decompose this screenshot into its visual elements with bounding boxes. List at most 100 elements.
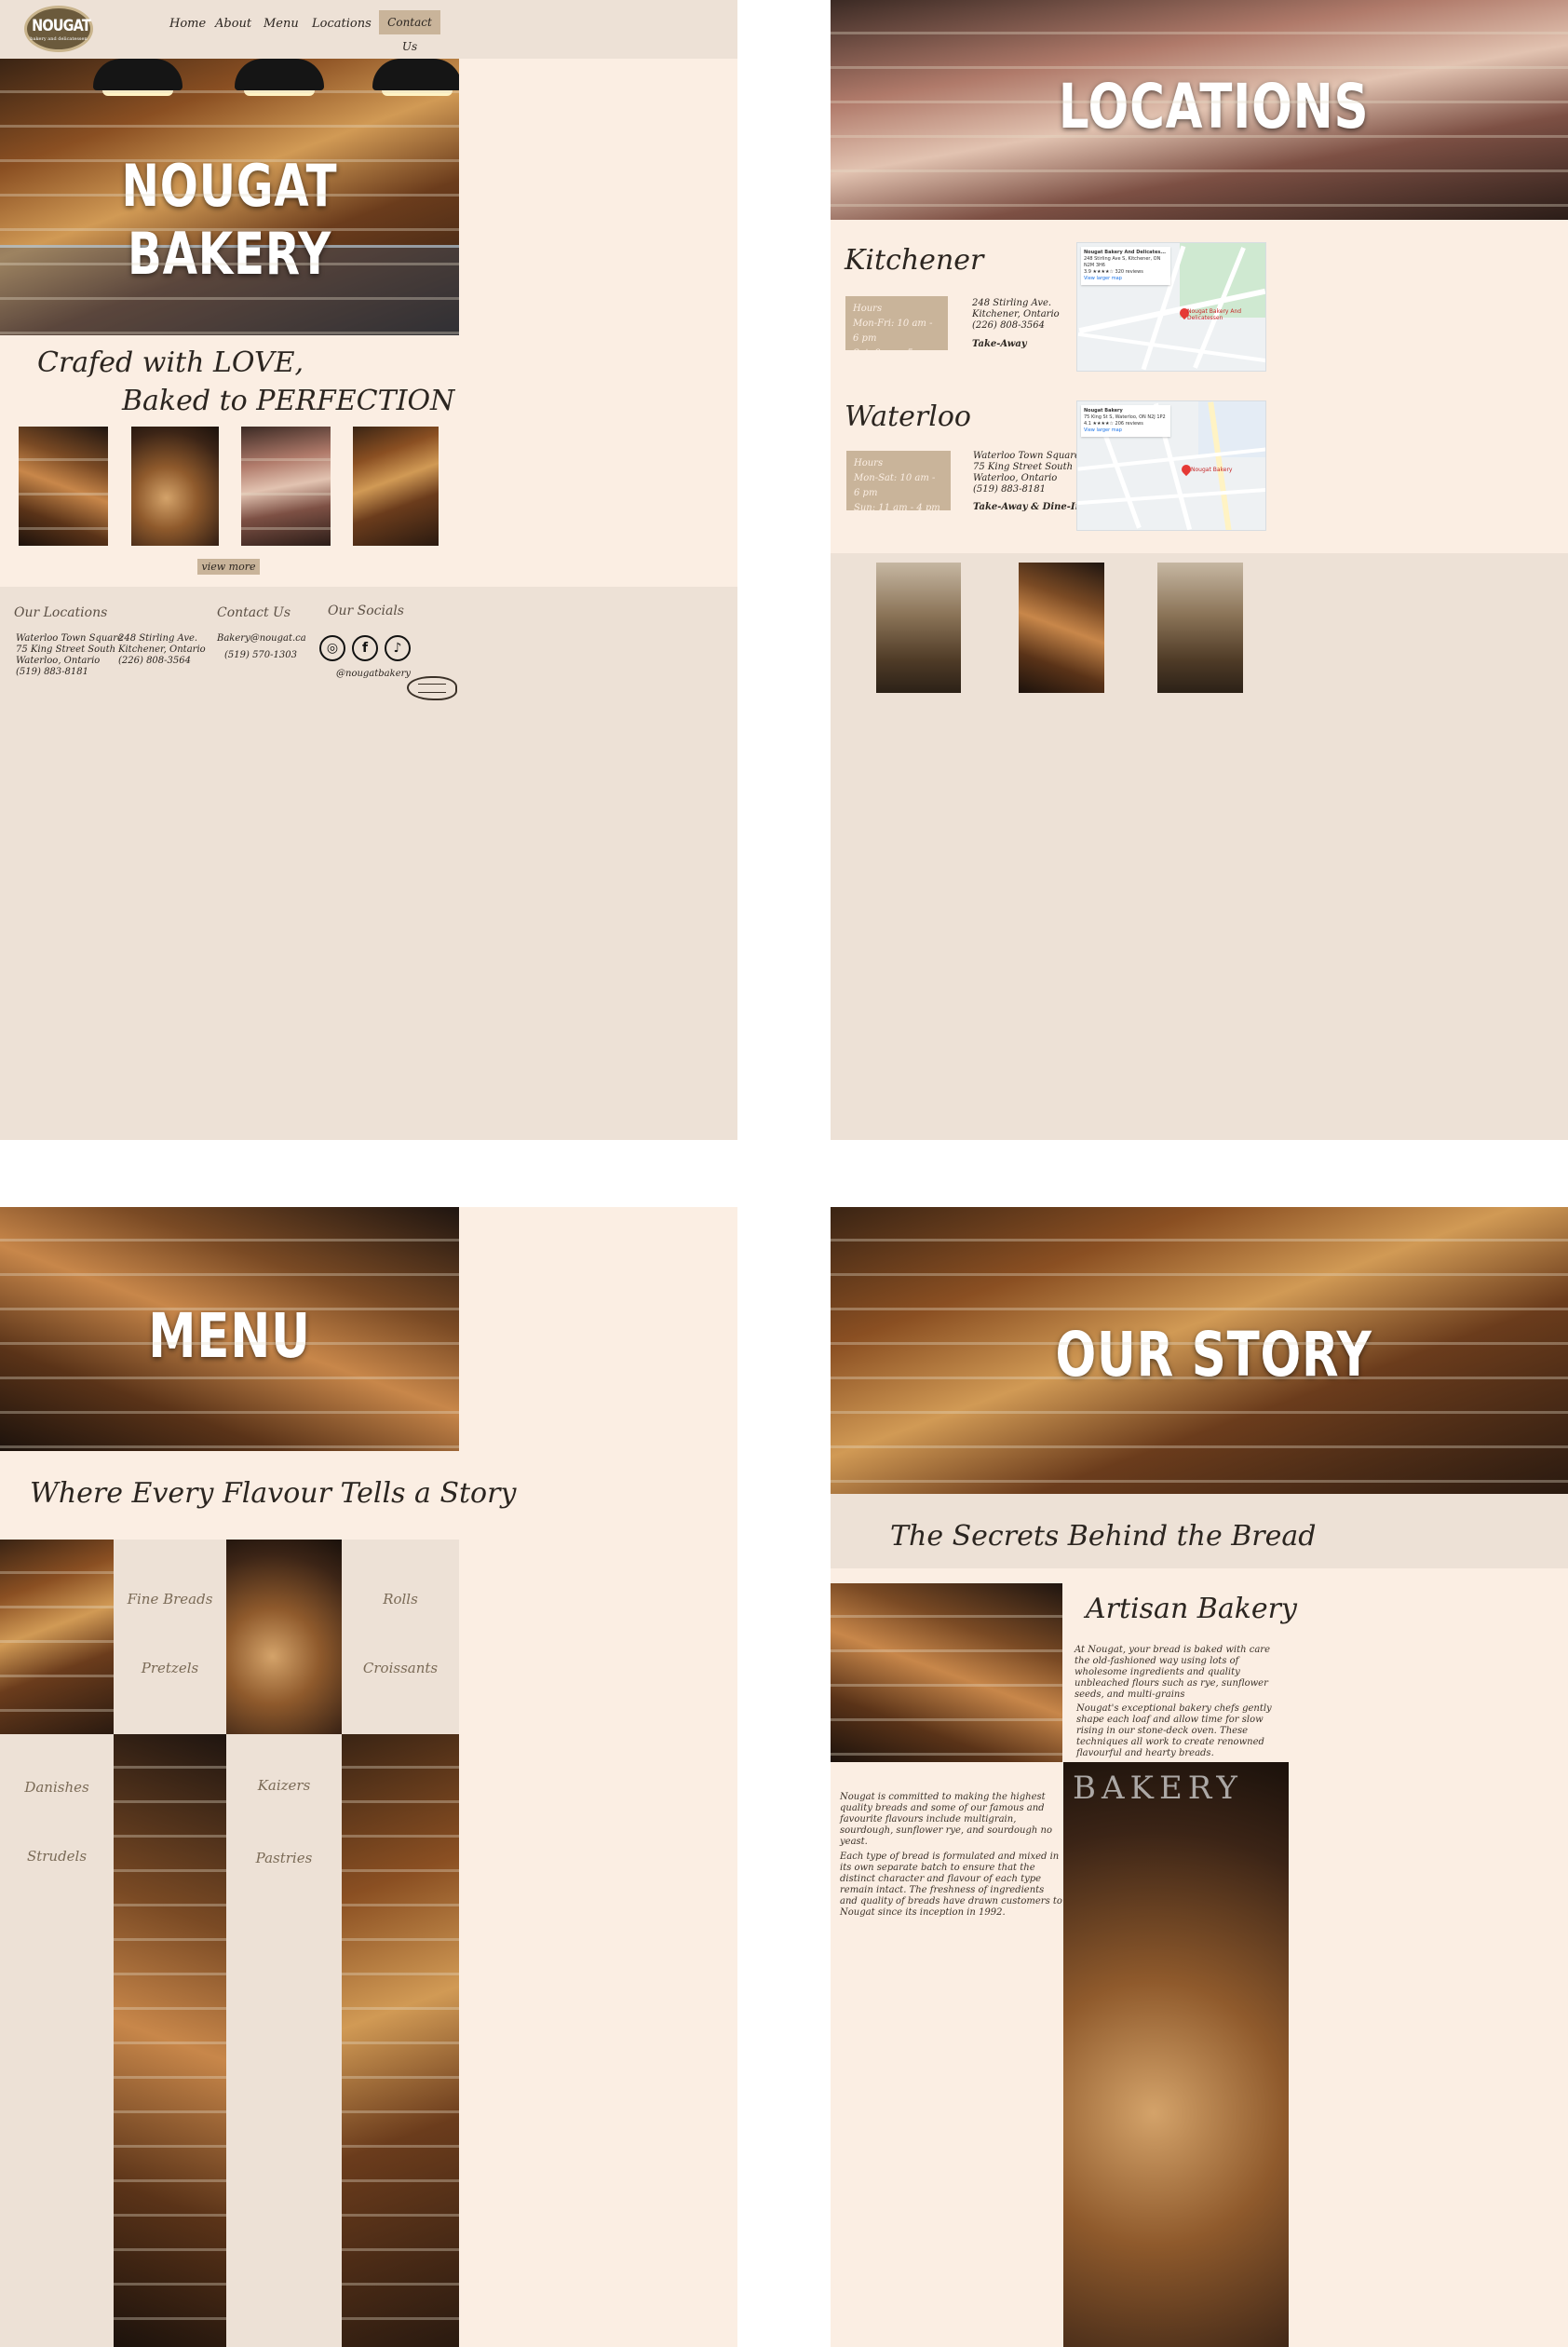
map-card-title: Nougat Bakery And Delicates... bbox=[1084, 250, 1167, 255]
story-paragraph-3: Nougat is committed to making the highes… bbox=[840, 1792, 1052, 1847]
gallery-photo-pastry-shelves[interactable] bbox=[19, 427, 108, 546]
interior-photo-dining[interactable] bbox=[876, 563, 961, 693]
interior-photo-counter[interactable] bbox=[1019, 563, 1104, 693]
tagline-line-2: Baked to PERFECTION bbox=[122, 385, 455, 417]
kitchener-heading: Kitchener bbox=[845, 244, 984, 277]
hours-line: Mon-Fri: 10 am - 6 pm bbox=[853, 319, 933, 344]
story-paragraph-1: At Nougat, your bread is baked with care… bbox=[1075, 1645, 1270, 1700]
waterloo-map[interactable]: Nougat Bakery 75 King St S, Waterloo, ON… bbox=[1076, 400, 1266, 531]
menu-page: MENU Where Every Flavour Tells a Story F… bbox=[0, 1207, 737, 2347]
hours-label: Hours bbox=[853, 304, 883, 314]
tiktok-icon[interactable]: ♪ bbox=[385, 635, 411, 661]
story-paragraph-2: Nougat's exceptional bakery chefs gently… bbox=[1076, 1703, 1272, 1758]
our-story-page: OUR STORY The Secrets Behind the Bread A… bbox=[831, 1207, 1568, 2347]
menu-category-rolls[interactable]: Rolls bbox=[342, 1591, 459, 1608]
kitchener-map[interactable]: Nougat Bakery And Delicates... 248 Stirl… bbox=[1076, 242, 1266, 372]
nav-locations[interactable]: Locations bbox=[312, 17, 372, 31]
map-card-address: 248 Stirling Ave S, Kitchener, ON N2M 3H… bbox=[1084, 256, 1161, 268]
hours-label: Hours bbox=[854, 458, 884, 468]
waterloo-hours-box: Hours Mon-Sat: 10 am - 6 pm Sun: 11 am -… bbox=[846, 451, 951, 513]
footer-email[interactable]: Bakery@nougat.ca bbox=[217, 633, 306, 644]
address-line: Waterloo Town Square bbox=[16, 633, 123, 644]
menu-heading: Where Every Flavour Tells a Story bbox=[30, 1477, 517, 1510]
bread-sketch-icon bbox=[407, 676, 457, 700]
story-hero-title: OUR STORY bbox=[1055, 1319, 1372, 1391]
home-page: NOUGAT bakery and delicatessen Home Abou… bbox=[0, 0, 737, 1140]
menu-category-danishes[interactable]: Danishes bbox=[0, 1779, 114, 1796]
story-hero-photo: OUR STORY bbox=[831, 1207, 1568, 1494]
menu-category-pastries[interactable]: Pastries bbox=[226, 1850, 342, 1866]
address-line: Kitchener, Ontario bbox=[972, 309, 1060, 319]
gallery-photo-cupcakes[interactable] bbox=[241, 427, 331, 546]
map-card-rating: 4.1 ★★★★☆ 206 reviews bbox=[1084, 421, 1143, 427]
phone-line[interactable]: (226) 808-3564 bbox=[972, 320, 1060, 332]
menu-photo-bread-rack bbox=[114, 1734, 226, 2347]
pendant-lamp bbox=[235, 59, 324, 96]
map-card-address: 75 King St S, Waterloo, ON N2J 1P2 bbox=[1084, 414, 1166, 420]
interior-photo-booth[interactable] bbox=[1157, 563, 1243, 693]
locations-hero-title: LOCATIONS bbox=[1058, 71, 1370, 142]
map-larger-link[interactable]: View larger map bbox=[1084, 427, 1168, 434]
kitchener-hours-box: Hours Mon-Fri: 10 am - 6 pm Sat: 9 am - … bbox=[845, 296, 948, 359]
menu-photo-pastry-case bbox=[0, 1540, 114, 1734]
top-nav-bar: NOUGAT bakery and delicatessen Home Abou… bbox=[0, 0, 737, 59]
address-line: Waterloo Town Square bbox=[973, 451, 1080, 461]
story-photo-bread-trays bbox=[831, 1583, 1062, 1762]
kitchener-service: Take-Away bbox=[972, 339, 1027, 349]
nougat-logo[interactable]: NOUGAT bakery and delicatessen bbox=[24, 6, 93, 52]
locations-hero-photo: LOCATIONS bbox=[831, 0, 1568, 220]
map-road bbox=[1077, 332, 1265, 363]
footer-location-kitchener: 248 Stirling Ave. Kitchener, Ontario (22… bbox=[118, 633, 206, 667]
hero-title: NOUGAT BAKERY bbox=[121, 152, 338, 288]
nav-menu[interactable]: Menu bbox=[264, 17, 299, 31]
nav-about[interactable]: About bbox=[215, 17, 251, 31]
gallery-photo-croissants[interactable] bbox=[131, 427, 219, 546]
map-pin-label: Nougat Bakery And Delicatessen bbox=[1187, 308, 1242, 321]
menu-category-strudels[interactable]: Strudels bbox=[0, 1848, 114, 1865]
menu-category-pretzels[interactable]: Pretzels bbox=[114, 1660, 226, 1676]
map-pin-label: Nougat Bakery bbox=[1191, 467, 1233, 473]
menu-tile bbox=[342, 1540, 459, 1734]
map-info-card: Nougat Bakery 75 King St S, Waterloo, ON… bbox=[1081, 405, 1170, 437]
footer-phone[interactable]: (519) 570-1303 bbox=[224, 650, 297, 661]
menu-hero-title: MENU bbox=[148, 1300, 311, 1372]
menu-hero-photo: MENU bbox=[0, 1207, 459, 1451]
menu-category-croissants[interactable]: Croissants bbox=[342, 1660, 459, 1676]
map-road bbox=[1077, 487, 1265, 506]
kitchener-address: 248 Stirling Ave. Kitchener, Ontario (22… bbox=[972, 298, 1060, 332]
logo-tagline: bakery and delicatessen bbox=[30, 36, 88, 42]
address-line: 75 King Street South bbox=[973, 462, 1074, 472]
footer-contact-heading: Contact Us bbox=[217, 605, 291, 620]
logo-text: NOUGAT bbox=[32, 17, 91, 35]
bakery-sign-text: BAKERY bbox=[1073, 1770, 1243, 1807]
phone-line[interactable]: (226) 808-3564 bbox=[118, 656, 206, 667]
address-line: 248 Stirling Ave. bbox=[118, 633, 198, 644]
bread-score-lines bbox=[418, 684, 446, 693]
footer-locations-heading: Our Locations bbox=[14, 605, 108, 620]
story-paragraph-4: Each type of bread is formulated and mix… bbox=[840, 1852, 1062, 1918]
menu-tile bbox=[114, 1540, 226, 1734]
address-line: Waterloo, Ontario bbox=[973, 473, 1058, 483]
gallery-photo-bread-bags[interactable] bbox=[353, 427, 439, 546]
phone-line[interactable]: (519) 883-8181 bbox=[16, 667, 123, 678]
pendant-lamp bbox=[372, 59, 459, 96]
map-larger-link[interactable]: View larger map bbox=[1084, 276, 1168, 282]
tagline-line-1: Crafed with LOVE, bbox=[37, 346, 304, 379]
menu-category-fine-breads[interactable]: Fine Breads bbox=[114, 1591, 226, 1608]
nav-home[interactable]: Home bbox=[169, 17, 206, 31]
address-line: Waterloo, Ontario bbox=[16, 656, 101, 666]
map-card-rating: 3.9 ★★★★☆ 320 reviews bbox=[1084, 269, 1143, 275]
menu-category-kaizers[interactable]: Kaizers bbox=[226, 1777, 342, 1794]
facebook-icon[interactable]: f bbox=[352, 635, 378, 661]
menu-tile bbox=[226, 1734, 342, 2347]
phone-line[interactable]: (519) 883-8181 bbox=[973, 484, 1080, 495]
address-line: Kitchener, Ontario bbox=[118, 644, 206, 655]
story-photo-bakery-sign: BAKERY bbox=[1063, 1762, 1289, 2347]
nav-contact-button[interactable]: Contact Us bbox=[379, 10, 440, 53]
footer-social-handle[interactable]: @nougatbakery bbox=[336, 669, 411, 680]
view-more-button[interactable]: view more bbox=[197, 559, 260, 575]
waterloo-service: Take-Away & Dine-Ins bbox=[973, 502, 1088, 512]
menu-photo-shelf-display bbox=[342, 1734, 459, 2347]
instagram-icon[interactable]: ◎ bbox=[319, 635, 345, 661]
footer-location-waterloo: Waterloo Town Square 75 King Street Sout… bbox=[16, 633, 123, 678]
